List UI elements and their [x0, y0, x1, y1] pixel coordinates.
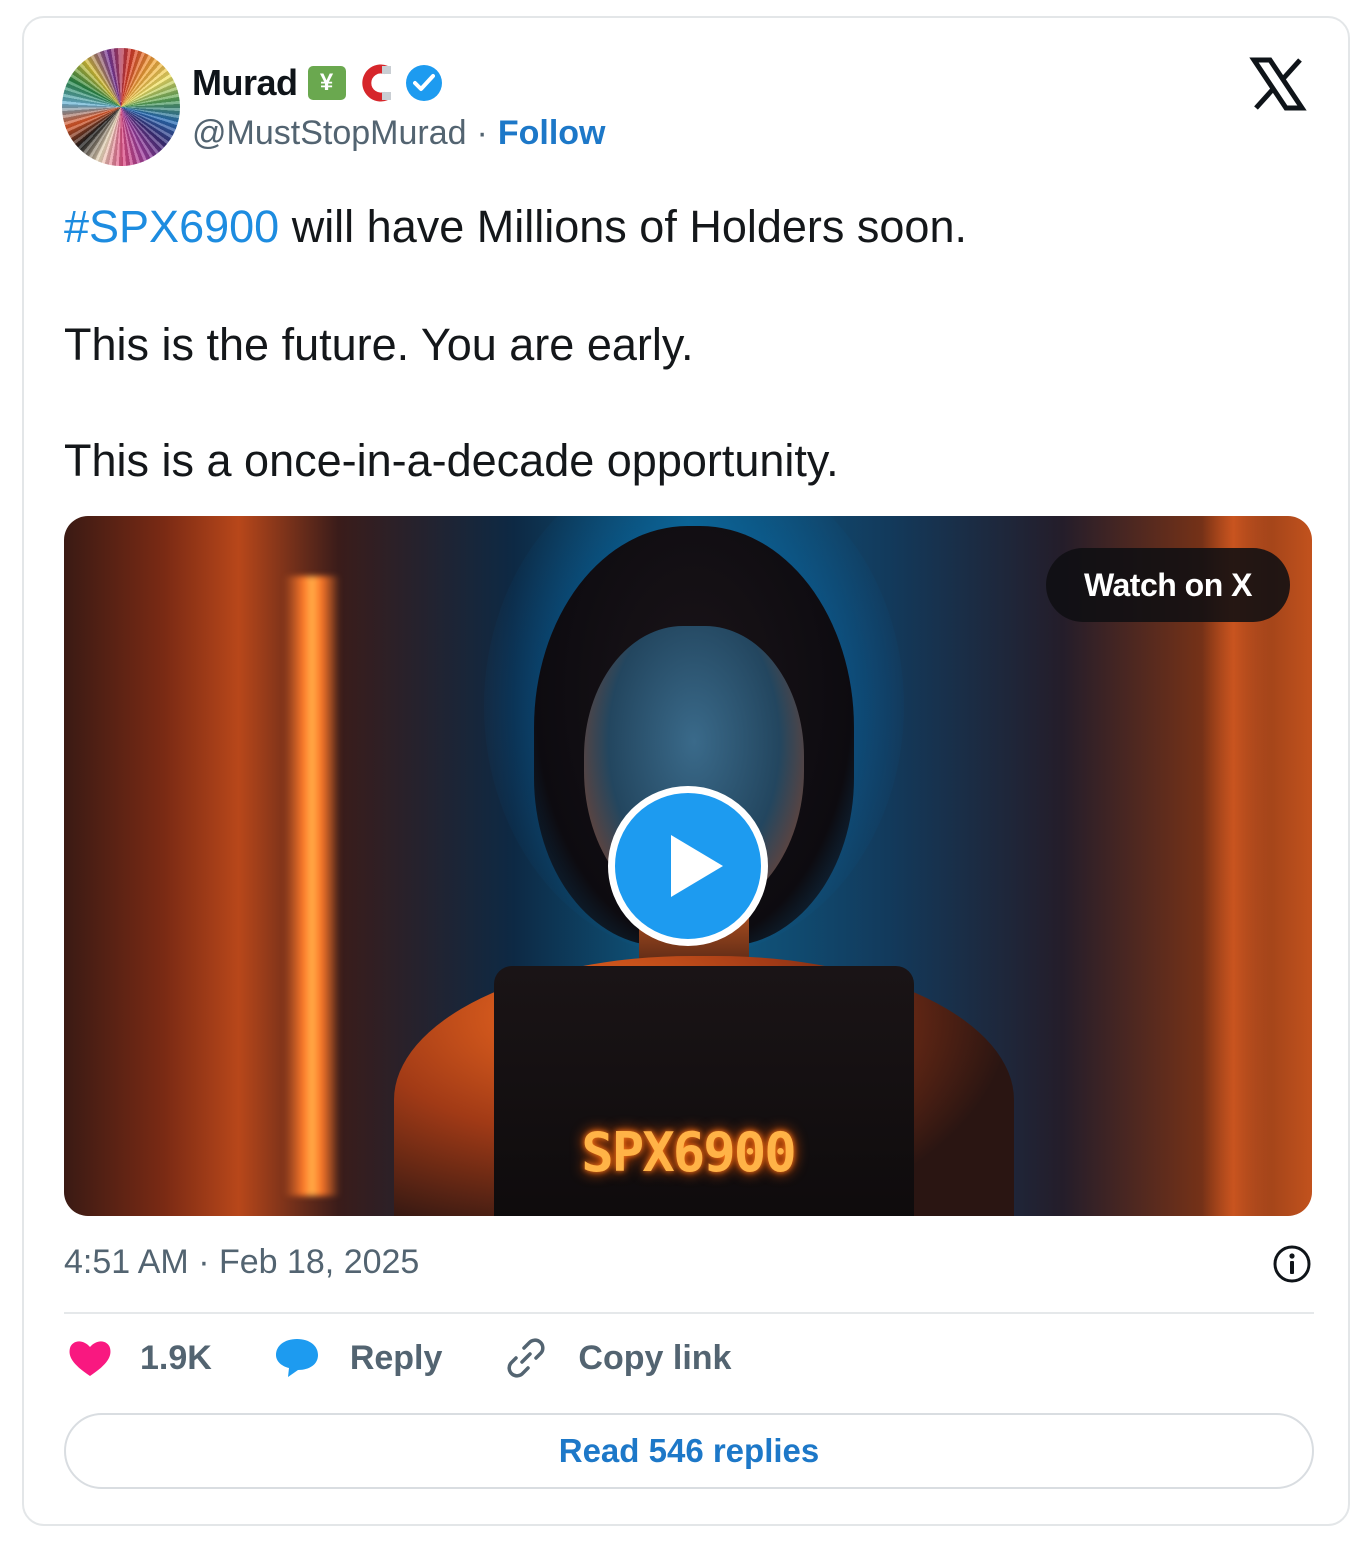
divider [64, 1312, 1314, 1314]
tweet-line-1: #SPX6900 will have Millions of Holders s… [64, 198, 1304, 257]
follow-button[interactable]: Follow [498, 114, 606, 153]
watch-on-x-button[interactable]: Watch on X [1045, 548, 1290, 622]
copy-link-button[interactable]: Copy link [504, 1336, 731, 1380]
author-name-row: Murad ¥ [192, 62, 442, 104]
reply-bubble-icon [275, 1339, 318, 1377]
neon-light-left [284, 576, 340, 1196]
hashtag-link[interactable]: #SPX6900 [64, 201, 279, 252]
reply-button[interactable]: Reply [274, 1337, 443, 1379]
copy-link-label: Copy link [578, 1338, 732, 1377]
tweet-line-3: This is a once-in-a-decade opportunity. [64, 435, 839, 486]
author-name[interactable]: Murad [192, 62, 298, 104]
verified-badge-icon [405, 65, 442, 101]
read-replies-button[interactable]: Read 546 replies [64, 1413, 1314, 1489]
like-button[interactable]: 1.9K [68, 1338, 212, 1378]
video-thumbnail[interactable]: SPX6900 Watch on X [64, 516, 1312, 1216]
play-button[interactable] [608, 786, 768, 946]
x-logo-icon[interactable] [1248, 54, 1308, 114]
action-bar: 1.9K Reply Copy link [68, 1336, 793, 1380]
tweet-embed-card: Murad ¥ @MustStopMurad · Follow #SPX6900… [22, 16, 1350, 1526]
reply-label: Reply [349, 1338, 443, 1377]
magnet-emoji-icon [356, 64, 396, 102]
play-icon [671, 835, 723, 897]
link-icon [507, 1338, 545, 1378]
info-icon[interactable] [1272, 1244, 1312, 1284]
tweet-timestamp[interactable]: 4:51 AM · Feb 18, 2025 [64, 1243, 419, 1282]
tweet-text: #SPX6900 will have Millions of Holders s… [64, 198, 1304, 549]
heart-icon [69, 1341, 111, 1376]
author-handle[interactable]: @MustStopMurad [192, 114, 467, 153]
author-handle-row: @MustStopMurad · Follow [192, 114, 606, 153]
tweet-line-1-text: will have Millions of Holders soon. [279, 201, 967, 252]
chart-yen-emoji-icon: ¥ [307, 66, 346, 100]
video-overlay-text: SPX6900 [581, 1121, 797, 1184]
like-count: 1.9K [140, 1338, 212, 1377]
separator-dot: · [476, 114, 488, 152]
tweet-line-2: This is the future. You are early. [64, 318, 694, 370]
avatar[interactable] [62, 48, 180, 166]
